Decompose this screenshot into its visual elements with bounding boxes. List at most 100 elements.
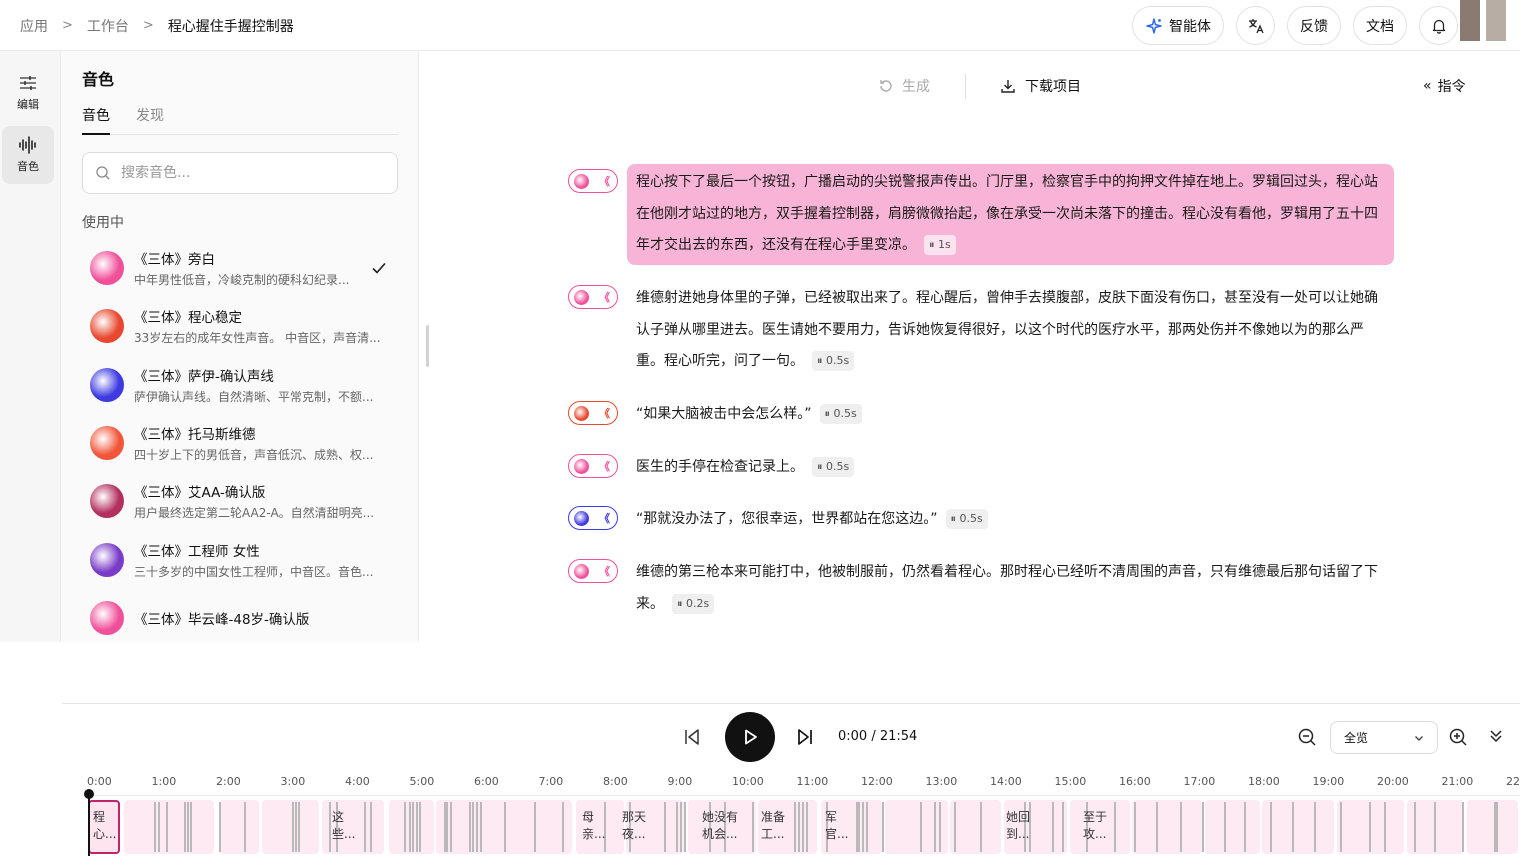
timeline-segment[interactable] xyxy=(950,800,1001,854)
paragraph-text-block[interactable]: 维德的第三枪本来可能打中，他被制服前，仍然看着程心。那时程心已经听不清周围的声音… xyxy=(627,554,1394,623)
playhead[interactable] xyxy=(84,789,94,799)
timeline-segment[interactable] xyxy=(124,800,214,854)
audio-marker xyxy=(920,802,922,852)
segment-label-line: 这 xyxy=(332,810,345,824)
playback-time: 0:00 / 21:54 xyxy=(838,729,918,744)
voice-item[interactable]: 《三体》工程师 女性 三十多岁的中国女性工程师，中音区。音色... xyxy=(82,530,398,588)
docs-button[interactable]: 文档 xyxy=(1353,6,1407,45)
pause-marker[interactable]: ⏸ 1s xyxy=(924,235,956,256)
thumbnail[interactable] xyxy=(1460,0,1480,41)
double-chevron-down-icon xyxy=(1490,730,1502,743)
breadcrumb-apps[interactable]: 应用 xyxy=(20,16,48,36)
timeline-segment[interactable] xyxy=(1262,800,1334,854)
audio-marker xyxy=(798,802,800,852)
voice-badge[interactable]: 《 xyxy=(568,285,618,309)
rail-label-edit: 编辑 xyxy=(17,98,39,111)
timeline-tick: 9:00 xyxy=(667,775,693,788)
skip-forward-button[interactable] xyxy=(795,727,815,751)
timeline-track[interactable]: 程心... 这些... 母亲... 那天 夜... 她没有 机会... 准备 工... 军官...… xyxy=(84,800,1520,856)
segment-label-line: 那天 xyxy=(622,810,647,824)
play-button[interactable] xyxy=(725,712,775,762)
breadcrumb-workbench[interactable]: 工作台 xyxy=(87,16,129,36)
pause-marker[interactable]: ⏸ 0.5s xyxy=(812,457,855,477)
panel-resize-handle[interactable] xyxy=(426,325,429,367)
voice-item[interactable]: 《三体》旁白 中年男性低音，冷峻克制的硬科幻纪录... xyxy=(82,239,398,297)
segment-label-line: 机会... xyxy=(702,827,738,841)
voice-name: 《三体》毕云峰-48岁-确认版 xyxy=(134,611,310,628)
voice-badge[interactable]: 《 xyxy=(568,169,618,193)
timeline-segment[interactable] xyxy=(1205,800,1260,854)
voice-item[interactable]: 《三体》艾AA-确认版 用户最终选定第二轮AA2-A。自然清甜明亮... xyxy=(82,472,398,530)
agent-button[interactable]: 智能体 xyxy=(1132,6,1224,45)
voice-avatar xyxy=(90,251,124,286)
segment-label-line: 军 xyxy=(825,810,838,824)
pause-marker[interactable]: ⏸ 0.5s xyxy=(812,351,855,372)
timeline-segment[interactable] xyxy=(219,800,259,854)
timeline-tick: 17:00 xyxy=(1183,775,1216,788)
audio-marker xyxy=(752,802,754,852)
notifications-button[interactable] xyxy=(1419,6,1458,45)
voice-item[interactable]: 《三体》毕云峰-48岁-确认版 xyxy=(82,589,398,642)
search-input[interactable] xyxy=(121,165,381,181)
timeline-player: 0:00 / 21:54 全览 0:00 1:00 2:00 3:00 4:00 5:00… xyxy=(62,703,1520,856)
collapse-timeline-button[interactable] xyxy=(1487,727,1505,749)
play-icon xyxy=(745,729,757,745)
timeline-tick: 0:00 xyxy=(87,775,112,788)
voice-list: 《三体》旁白 中年男性低音，冷峻克制的硬科幻纪录... 《三体》程心稳定 33岁左右的… xyxy=(82,239,398,642)
skip-forward-icon xyxy=(798,729,812,745)
voice-name: 《三体》托马斯维德 xyxy=(134,427,256,444)
generate-button[interactable]: 生成 xyxy=(878,76,930,96)
agent-label: 智能体 xyxy=(1169,18,1211,35)
timeline-segment[interactable] xyxy=(262,800,319,854)
paragraph-text-block[interactable]: “如果大脑被击中会怎么样。” ⏸ 0.5s xyxy=(627,396,1394,434)
script-paragraph[interactable]: 《 程心按下了最后一个按钮，广播启动的尖锐警报声传出。门厅里，检察官手中的拘押文件… xyxy=(568,164,1394,266)
pause-icon: ⏸ xyxy=(817,354,826,368)
voice-item[interactable]: 《三体》托马斯维德 四十岁上下的男低音，声音低沉、成熟、权... xyxy=(82,414,398,472)
tab-discover[interactable]: 发现 xyxy=(136,105,164,135)
audio-marker xyxy=(244,802,246,852)
audio-marker xyxy=(1062,802,1064,852)
command-button[interactable]: « 指令 xyxy=(1423,76,1466,96)
pause-marker[interactable]: ⏸ 0.5s xyxy=(945,509,988,529)
translate-button[interactable] xyxy=(1236,6,1275,45)
segment-label-line: 夜... xyxy=(622,827,646,841)
voice-badge[interactable]: 《 xyxy=(568,401,618,425)
paragraph-text-block[interactable]: 医生的手停在检查记录上。 ⏸ 0.5s xyxy=(627,449,1394,487)
paragraph-text-block[interactable]: 程心按下了最后一个按钮，广播启动的尖锐警报声传出。门厅里，检察官手中的拘押文件掉… xyxy=(627,164,1394,266)
rail-item-edit[interactable]: 编辑 xyxy=(2,64,54,122)
zoom-select[interactable]: 全览 xyxy=(1330,721,1438,754)
timeline-segment[interactable] xyxy=(1132,800,1202,854)
zoom-in-button[interactable] xyxy=(1448,727,1468,751)
script-paragraph[interactable]: 《 维德射进她身体里的子弹，已经被取出来了。程心醒后，曾伸手去摸腹部，皮肤下面没有… xyxy=(568,280,1394,381)
pause-marker[interactable]: ⏸ 0.5s xyxy=(819,404,862,424)
script-paragraph[interactable]: 《 “那就没办法了，您很幸运，世界都站在您这边。” ⏸ 0.5s xyxy=(568,501,1394,539)
voice-avatar xyxy=(90,367,124,402)
download-project-button[interactable]: 下载项目 xyxy=(1000,76,1081,96)
zoom-out-button[interactable] xyxy=(1297,727,1317,751)
audio-marker xyxy=(187,802,189,852)
paragraph-text-block[interactable]: 维德射进她身体里的子弹，已经被取出来了。程心醒后，曾伸手去摸腹部，皮肤下面没有伤… xyxy=(627,280,1394,381)
segment-label: 程心... xyxy=(93,809,116,843)
voice-badge[interactable]: 《 xyxy=(568,559,618,583)
timeline-segment[interactable] xyxy=(1467,800,1518,854)
paragraph-text-block[interactable]: “那就没办法了，您很幸运，世界都站在您这边。” ⏸ 0.5s xyxy=(627,501,1394,539)
voice-search[interactable] xyxy=(82,152,398,194)
audio-marker xyxy=(504,802,506,852)
script-paragraph[interactable]: 《 维德的第三枪本来可能打中，他被制服前，仍然看着程心。那时程心已经听不清周围的声… xyxy=(568,554,1394,623)
toolbar-divider xyxy=(965,74,966,99)
rail-item-voices[interactable]: 音色 xyxy=(2,126,54,184)
voice-item[interactable]: 《三体》程心稳定 33岁左右的成年女性声音。 中音区，声音清... xyxy=(82,297,398,355)
thumbnail[interactable] xyxy=(1486,0,1506,41)
script-paragraph[interactable]: 《 医生的手停在检查记录上。 ⏸ 0.5s xyxy=(568,449,1394,487)
script-paragraph[interactable]: 《 “如果大脑被击中会怎么样。” ⏸ 0.5s xyxy=(568,396,1394,434)
voice-badge[interactable]: 《 xyxy=(568,506,618,530)
timeline-ruler[interactable]: 0:00 1:00 2:00 3:00 4:00 5:00 6:00 7:00 8:00 9:00… xyxy=(62,772,1520,796)
pause-marker[interactable]: ⏸ 0.2s xyxy=(672,593,715,614)
audio-marker xyxy=(476,802,478,852)
tab-voices[interactable]: 音色 xyxy=(82,105,110,135)
voice-dot xyxy=(574,510,589,526)
feedback-button[interactable]: 反馈 xyxy=(1287,6,1341,45)
voice-badge[interactable]: 《 xyxy=(568,454,618,478)
skip-back-button[interactable] xyxy=(682,727,702,751)
voice-item[interactable]: 《三体》萨伊-确认声线 萨伊确认声线。自然清晰、平常克制，不额... xyxy=(82,356,398,414)
